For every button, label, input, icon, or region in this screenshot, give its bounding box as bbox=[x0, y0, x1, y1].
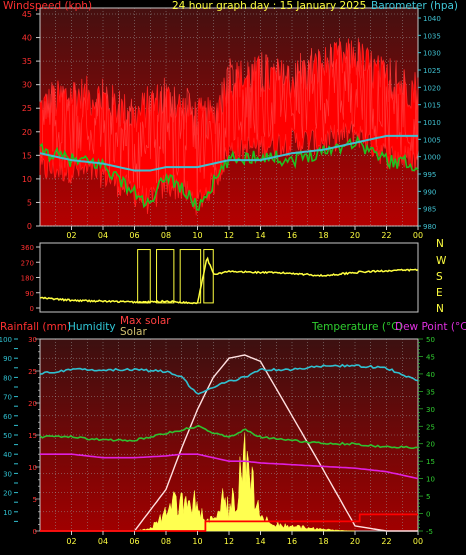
temp-ytick-label: 15 bbox=[426, 458, 435, 466]
humidity-ytick-label: 60 bbox=[3, 413, 12, 421]
windspeed-axis-title: Windspeed (kph) bbox=[3, 0, 93, 12]
lower-xtick-label: 02 bbox=[66, 537, 76, 546]
rain-ytick-label: 20 bbox=[28, 400, 37, 408]
temp-ytick-label: 50 bbox=[426, 336, 435, 344]
temp-ytick-label: 40 bbox=[426, 371, 435, 379]
lower-xtick-label: 04 bbox=[98, 537, 108, 546]
direction-ytick-label: 90 bbox=[25, 290, 34, 298]
lower-xtick-label: 12 bbox=[224, 537, 234, 546]
lower-xtick-label: 18 bbox=[318, 537, 328, 546]
wind-ytick-label: 15 bbox=[22, 151, 32, 160]
humidity-ytick-label: 20 bbox=[3, 490, 12, 498]
wind-xtick-label: 14 bbox=[255, 231, 265, 240]
dir-label-w: W bbox=[436, 255, 447, 267]
direction-ytick-label: 180 bbox=[21, 275, 34, 283]
humidity-ytick-label: 30 bbox=[3, 470, 12, 478]
wind-xtick-label: 02 bbox=[66, 231, 76, 240]
humidity-ytick-label: 50 bbox=[3, 432, 12, 440]
temperature-axis-title: Temperature (°C) bbox=[312, 321, 403, 333]
lower-xtick-label: 22 bbox=[381, 537, 391, 546]
dir-label-s: S bbox=[436, 271, 443, 283]
direction-ytick-label: 360 bbox=[21, 244, 34, 252]
dewpoint-axis-title: Dew Point (°C) bbox=[395, 321, 466, 333]
wind-ytick-label: 25 bbox=[22, 104, 32, 113]
direction-ytick-label: 0 bbox=[30, 305, 34, 313]
temp-ytick-label: 45 bbox=[426, 353, 435, 361]
wind-ytick-label: 10 bbox=[22, 175, 32, 184]
lower-xtick-label: 14 bbox=[255, 537, 265, 546]
temp-ytick-label: 35 bbox=[426, 388, 435, 396]
barometer-ytick-label: 1020 bbox=[423, 84, 441, 92]
barometer-ytick-label: 995 bbox=[423, 171, 436, 179]
humidity-ytick-label: 10 bbox=[3, 509, 12, 517]
wind-xtick-label: 22 bbox=[381, 231, 391, 240]
lower-xtick-label: 00 bbox=[413, 537, 423, 546]
wind-ytick-label: 35 bbox=[22, 57, 32, 66]
wind-xtick-label: 12 bbox=[224, 231, 234, 240]
wind-xtick-label: 18 bbox=[318, 231, 328, 240]
rain-ytick-label: 30 bbox=[28, 336, 37, 344]
wind-xtick-label: 08 bbox=[161, 231, 171, 240]
wind-xtick-label: 00 bbox=[413, 231, 423, 240]
barometer-ytick-label: 1040 bbox=[423, 15, 441, 23]
wind-xtick-label: 16 bbox=[287, 231, 297, 240]
temp-ytick-label: 5 bbox=[426, 493, 430, 501]
humidity-ytick-label: 70 bbox=[3, 394, 12, 402]
lower-xtick-label: 20 bbox=[350, 537, 360, 546]
rain-ytick-label: 0 bbox=[33, 528, 37, 536]
wind-xtick-label: 06 bbox=[129, 231, 139, 240]
lower-xtick-label: 06 bbox=[129, 537, 139, 546]
humidity-ytick-label: 80 bbox=[3, 374, 12, 382]
temp-ytick-label: 20 bbox=[426, 441, 435, 449]
lower-xtick-label: 10 bbox=[192, 537, 202, 546]
lower-xtick-label: 16 bbox=[287, 537, 297, 546]
barometer-ytick-label: 1000 bbox=[423, 154, 441, 162]
chart-title: 24 hour graph day : 15 January 2025 bbox=[172, 0, 367, 12]
temp-ytick-label: 10 bbox=[426, 476, 435, 484]
wind-xtick-label: 10 bbox=[192, 231, 202, 240]
barometer-ytick-label: 985 bbox=[423, 206, 436, 214]
rainfall-axis-title: Rainfall (mm) bbox=[0, 321, 72, 333]
wind-ytick-label: 40 bbox=[22, 34, 32, 43]
solar-legend: Solar bbox=[120, 326, 147, 338]
barometer-ytick-label: 990 bbox=[423, 188, 436, 196]
wind-ytick-label: 0 bbox=[27, 222, 32, 231]
wind-ytick-label: 5 bbox=[27, 198, 32, 207]
humidity-ytick-label: 40 bbox=[3, 451, 12, 459]
barometer-ytick-label: 1005 bbox=[423, 136, 441, 144]
barometer-axis-title: Barometer (hpa) bbox=[371, 0, 459, 12]
barometer-ytick-label: 1015 bbox=[423, 102, 441, 110]
rain-ytick-label: 10 bbox=[28, 464, 37, 472]
rain-ytick-label: 15 bbox=[28, 432, 37, 440]
temp-ytick-label: 30 bbox=[426, 406, 435, 414]
barometer-ytick-label: 1035 bbox=[423, 32, 441, 40]
barometer-ytick-label: 1010 bbox=[423, 119, 441, 127]
dir-label-n-bottom: N bbox=[436, 303, 444, 315]
wind-xtick-label: 04 bbox=[98, 231, 108, 240]
weather-graph: 0510152025303540459809859909951000100510… bbox=[0, 7, 441, 546]
wind-xtick-label: 20 bbox=[350, 231, 360, 240]
barometer-ytick-label: 980 bbox=[423, 223, 436, 231]
humidity-legend: Humidity bbox=[68, 321, 116, 333]
humidity-ytick-label: 100 bbox=[0, 336, 12, 344]
wind-ytick-label: 20 bbox=[22, 128, 32, 137]
barometer-ytick-label: 1030 bbox=[423, 50, 441, 58]
lower-xtick-label: 08 bbox=[161, 537, 171, 546]
dir-label-e: E bbox=[436, 287, 443, 299]
rain-ytick-label: 25 bbox=[28, 368, 37, 376]
wind-ytick-label: 30 bbox=[22, 81, 32, 90]
humidity-ytick-label: 90 bbox=[3, 355, 12, 363]
temp-ytick-label: -5 bbox=[426, 528, 433, 536]
direction-ytick-label: 270 bbox=[21, 259, 34, 267]
rain-ytick-label: 5 bbox=[33, 496, 37, 504]
dir-label-n-top: N bbox=[436, 238, 444, 250]
barometer-ytick-label: 1025 bbox=[423, 67, 441, 75]
temp-ytick-label: 25 bbox=[426, 423, 435, 431]
temp-ytick-label: 0 bbox=[426, 511, 430, 519]
